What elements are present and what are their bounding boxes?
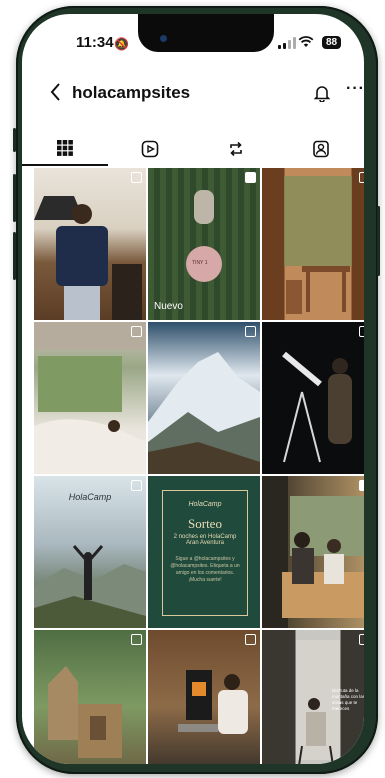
silent-switch — [13, 128, 16, 152]
post-man-laptop-fireplace[interactable] — [148, 630, 260, 764]
repost-icon — [229, 141, 242, 157]
post-woman-telescope-night[interactable] — [262, 322, 364, 474]
battery-indicator: 88 — [322, 36, 342, 49]
post-woman-resting-bed[interactable] — [34, 322, 146, 474]
carousel-indicator-icon — [245, 326, 256, 337]
more-options-icon[interactable]: ··· — [346, 80, 364, 98]
carousel-indicator-icon — [131, 480, 142, 491]
door-scene — [186, 190, 222, 282]
reel-indicator-icon — [245, 172, 256, 183]
post-person-cooking-kitchen[interactable] — [34, 168, 146, 320]
carousel-indicator-icon — [359, 634, 364, 645]
giveaway-brand: HolaCamp — [188, 501, 222, 508]
post-snowy-mountain[interactable] — [148, 322, 260, 474]
wifi-icon — [298, 36, 314, 47]
post-green-cabin-door[interactable]: TINY 1 Nuevo — [148, 168, 260, 320]
giveaway-title: Sorteo — [188, 516, 222, 531]
post-sorteo-giveaway[interactable]: HolaCamp Sorteo 2 noches en HolaCamp Ara… — [148, 476, 260, 628]
carousel-indicator-icon — [131, 326, 142, 337]
notifications-bell-icon[interactable] — [314, 84, 330, 102]
profile-tabs — [22, 132, 364, 166]
post-porch-table-chairs[interactable] — [262, 168, 364, 320]
mountain-scene — [148, 352, 260, 474]
giveaway-subtitle: 2 noches en HolaCamp Aran Aventura — [173, 534, 237, 546]
tab-tagged[interactable] — [279, 132, 365, 166]
porch-scene — [284, 176, 352, 314]
carousel-indicator-icon — [359, 326, 364, 337]
phone-screen: 11:34 🔕 88 holacampsites ··· TINY 1 Nuev… — [22, 14, 364, 764]
status-time: 11:34 — [76, 34, 114, 51]
post-women-sitting-window[interactable] — [262, 476, 364, 628]
post-caption-overlay: Disfruta de la montaña con las vistas qu… — [332, 688, 364, 711]
carousel-indicator-icon — [359, 172, 364, 183]
window-scene — [262, 476, 364, 628]
back-arrow-icon[interactable] — [50, 82, 62, 102]
post-new-label: Nuevo — [154, 301, 183, 312]
cabin-scene — [48, 666, 122, 758]
telescope-scene — [282, 351, 352, 463]
post-woman-chair-window[interactable]: Disfruta de la montaña con las vistas qu… — [262, 630, 364, 764]
post-hiker-mountain-view[interactable]: HolaCamp — [34, 476, 146, 628]
post-wooden-cabin-trees[interactable] — [34, 630, 146, 764]
reel-indicator-icon — [359, 480, 364, 491]
giveaway-body: Sigue a @holacampsites y @holacampsites.… — [170, 556, 240, 583]
status-bar: 11:34 🔕 88 — [22, 34, 364, 56]
tab-reposts[interactable] — [193, 132, 279, 166]
giveaway-card: HolaCamp Sorteo 2 noches en HolaCamp Ara… — [162, 490, 248, 616]
reels-icon — [141, 140, 159, 158]
silent-mode-icon: 🔕 — [114, 37, 129, 51]
cellular-signal-icon — [278, 37, 296, 49]
tab-posts-grid[interactable] — [22, 132, 108, 166]
carousel-indicator-icon — [131, 172, 142, 183]
power-button — [377, 206, 380, 276]
profile-header: holacampsites ··· — [22, 80, 364, 110]
volume-up-button — [13, 174, 16, 222]
tab-reels[interactable] — [108, 132, 194, 166]
carousel-indicator-icon — [245, 634, 256, 645]
door-sign-text: TINY 1 — [192, 260, 208, 266]
kitchen-scene — [34, 196, 142, 320]
profile-username: holacampsites — [72, 83, 191, 102]
grid-icon — [56, 140, 73, 156]
bedroom-scene — [34, 322, 146, 474]
posts-grid: TINY 1 Nuevo HolaCamp HolaCamp Sorteo 2 … — [34, 168, 364, 764]
post-brand-text: HolaCamp — [68, 492, 112, 502]
tagged-icon — [313, 140, 330, 158]
volume-down-button — [13, 232, 16, 280]
fireplace-scene — [178, 670, 248, 734]
carousel-indicator-icon — [131, 634, 142, 645]
